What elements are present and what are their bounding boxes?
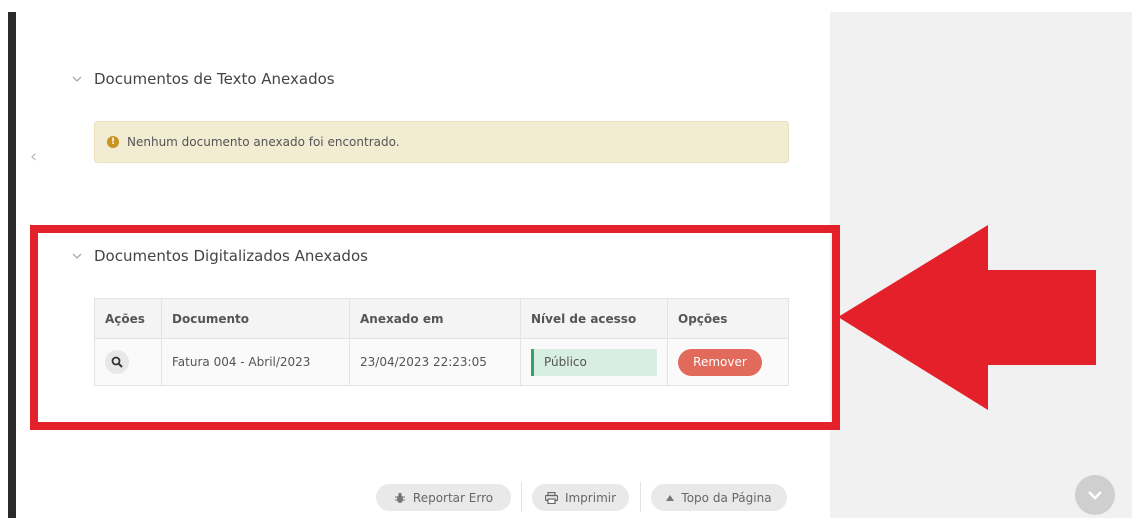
caret-up-icon bbox=[666, 494, 675, 501]
text-docs-section-header[interactable]: Documentos de Texto Anexados bbox=[72, 70, 335, 88]
chevron-down-icon bbox=[1088, 491, 1102, 500]
back-to-top-label: Topo da Página bbox=[681, 490, 772, 505]
text-docs-title: Documentos de Texto Anexados bbox=[94, 70, 335, 88]
scroll-down-button[interactable] bbox=[1075, 475, 1115, 515]
print-label: Imprimir bbox=[564, 490, 617, 505]
arrow-left-icon bbox=[838, 225, 1096, 410]
footer-divider bbox=[640, 482, 641, 512]
chevron-left-icon[interactable]: ‹ bbox=[30, 148, 42, 166]
report-error-button[interactable]: Reportar Erro bbox=[376, 484, 511, 511]
footer-divider bbox=[521, 482, 522, 512]
back-to-top-button[interactable]: Topo da Página bbox=[651, 484, 787, 511]
chevron-down-icon bbox=[72, 74, 82, 84]
print-button[interactable]: Imprimir bbox=[532, 484, 629, 511]
left-border-bar bbox=[8, 12, 16, 518]
warning-icon: ! bbox=[107, 136, 119, 148]
alert-message: Nenhum documento anexado foi encontrado. bbox=[127, 135, 400, 149]
printer-icon bbox=[544, 491, 558, 504]
no-documents-alert: ! Nenhum documento anexado foi encontrad… bbox=[94, 121, 789, 163]
highlight-box bbox=[30, 225, 840, 430]
bug-icon bbox=[394, 492, 406, 504]
report-error-label: Reportar Erro bbox=[412, 490, 494, 505]
